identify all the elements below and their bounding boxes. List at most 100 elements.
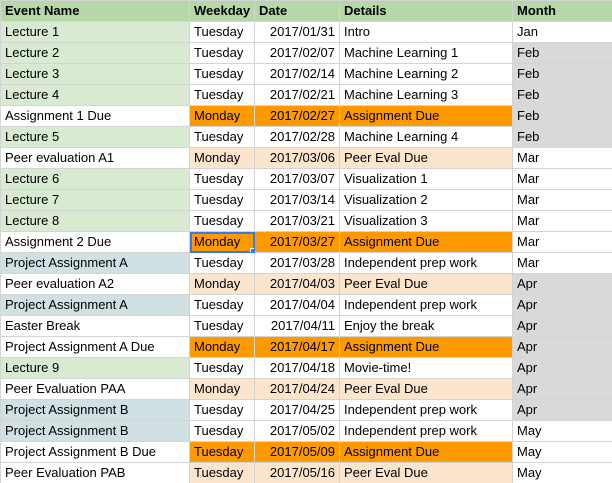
cell-date[interactable]: 2017/03/28 xyxy=(254,252,340,274)
cell-details[interactable]: Machine Learning 3 xyxy=(339,84,513,106)
cell-event-name[interactable]: Lecture 7 xyxy=(0,189,190,211)
cell-event-name[interactable]: Peer evaluation A2 xyxy=(0,273,190,295)
cell-month[interactable]: Mar xyxy=(512,252,612,274)
cell-event-name[interactable]: Lecture 3 xyxy=(0,63,190,85)
cell-details[interactable]: Independent prep work xyxy=(339,420,513,442)
cell-date[interactable]: 2017/03/06 xyxy=(254,147,340,169)
cell-month[interactable]: May xyxy=(512,420,612,442)
cell-weekday[interactable]: Tuesday xyxy=(189,399,255,421)
cell-event-name[interactable]: Project Assignment B Due xyxy=(0,441,190,463)
cell-details[interactable]: Assignment Due xyxy=(339,105,513,127)
cell-event-name[interactable]: Assignment 1 Due xyxy=(0,105,190,127)
cell-month[interactable]: Feb xyxy=(512,84,612,106)
cell-month[interactable]: Mar xyxy=(512,189,612,211)
cell-date[interactable]: 2017/02/28 xyxy=(254,126,340,148)
cell-weekday[interactable]: Monday xyxy=(189,378,255,400)
cell-details[interactable]: Assignment Due xyxy=(339,441,513,463)
cell-date[interactable]: 2017/04/04 xyxy=(254,294,340,316)
cell-weekday[interactable]: Tuesday xyxy=(189,42,255,64)
cell-month[interactable]: Apr xyxy=(512,357,612,379)
cell-month[interactable]: Jan xyxy=(512,21,612,43)
cell-event-name[interactable]: Lecture 1 xyxy=(0,21,190,43)
cell-details[interactable]: Peer Eval Due xyxy=(339,273,513,295)
cell-event-name[interactable]: Lecture 4 xyxy=(0,84,190,106)
cell-weekday[interactable]: Tuesday xyxy=(189,441,255,463)
cell-details[interactable]: Peer Eval Due xyxy=(339,378,513,400)
cell-date[interactable]: 2017/02/14 xyxy=(254,63,340,85)
cell-details[interactable]: Visualization 1 xyxy=(339,168,513,190)
cell-details[interactable]: Independent prep work xyxy=(339,294,513,316)
cell-date[interactable]: 2017/05/16 xyxy=(254,462,340,483)
cell-weekday[interactable]: Tuesday xyxy=(189,252,255,274)
cell-weekday[interactable]: Tuesday xyxy=(189,189,255,211)
cell-event-name[interactable]: Lecture 9 xyxy=(0,357,190,379)
cell-weekday[interactable]: Tuesday xyxy=(189,84,255,106)
cell-date[interactable]: 2017/04/11 xyxy=(254,315,340,337)
cell-date[interactable]: 2017/05/09 xyxy=(254,441,340,463)
cell-details[interactable]: Machine Learning 1 xyxy=(339,42,513,64)
cell-date[interactable]: 2017/04/17 xyxy=(254,336,340,358)
cell-event-name[interactable]: Peer Evaluation PAB xyxy=(0,462,190,483)
cell-month[interactable]: Mar xyxy=(512,168,612,190)
cell-weekday[interactable]: Tuesday xyxy=(189,462,255,483)
cell-event-name[interactable]: Lecture 5 xyxy=(0,126,190,148)
cell-details[interactable]: Machine Learning 4 xyxy=(339,126,513,148)
cell-date[interactable]: 2017/03/14 xyxy=(254,189,340,211)
cell-date[interactable]: 2017/05/02 xyxy=(254,420,340,442)
cell-details[interactable]: Enjoy the break xyxy=(339,315,513,337)
cell-details[interactable]: Independent prep work xyxy=(339,399,513,421)
cell-event-name[interactable]: Project Assignment B xyxy=(0,399,190,421)
cell-details[interactable]: Assignment Due xyxy=(339,231,513,253)
cell-month[interactable]: Feb xyxy=(512,42,612,64)
cell-month[interactable]: Apr xyxy=(512,378,612,400)
cell-event-name[interactable]: Lecture 8 xyxy=(0,210,190,232)
cell-date[interactable]: 2017/04/18 xyxy=(254,357,340,379)
cell-details[interactable]: Peer Eval Due xyxy=(339,147,513,169)
cell-month[interactable]: Feb xyxy=(512,63,612,85)
cell-date[interactable]: 2017/01/31 xyxy=(254,21,340,43)
cell-details[interactable]: Independent prep work xyxy=(339,252,513,274)
cell-event-name[interactable]: Project Assignment A xyxy=(0,294,190,316)
cell-event-name[interactable]: Easter Break xyxy=(0,315,190,337)
cell-month[interactable]: Apr xyxy=(512,273,612,295)
cell-event-name[interactable]: Peer evaluation A1 xyxy=(0,147,190,169)
cell-weekday[interactable]: Monday xyxy=(189,273,255,295)
cell-date[interactable]: 2017/02/21 xyxy=(254,84,340,106)
cell-event-name[interactable]: Project Assignment B xyxy=(0,420,190,442)
cell-event-name[interactable]: Project Assignment A xyxy=(0,252,190,274)
cell-date[interactable]: 2017/04/03 xyxy=(254,273,340,295)
cell-weekday[interactable]: Tuesday xyxy=(189,63,255,85)
cell-month[interactable]: Apr xyxy=(512,294,612,316)
cell-weekday[interactable]: Tuesday xyxy=(189,168,255,190)
cell-details[interactable]: Intro xyxy=(339,21,513,43)
cell-month[interactable]: Feb xyxy=(512,105,612,127)
cell-weekday[interactable]: Tuesday xyxy=(189,210,255,232)
cell-month[interactable]: Mar xyxy=(512,231,612,253)
cell-details[interactable]: Machine Learning 2 xyxy=(339,63,513,85)
cell-weekday[interactable]: Tuesday xyxy=(189,357,255,379)
header-weekday[interactable]: Weekday xyxy=(189,0,255,22)
cell-date[interactable]: 2017/02/07 xyxy=(254,42,340,64)
header-month[interactable]: Month xyxy=(512,0,612,22)
cell-weekday[interactable]: Monday xyxy=(189,231,255,253)
cell-weekday[interactable]: Tuesday xyxy=(189,21,255,43)
header-date[interactable]: Date xyxy=(254,0,340,22)
header-event-name[interactable]: Event Name xyxy=(0,0,190,22)
cell-month[interactable]: Feb xyxy=(512,126,612,148)
cell-details[interactable]: Visualization 3 xyxy=(339,210,513,232)
cell-event-name[interactable]: Lecture 6 xyxy=(0,168,190,190)
cell-date[interactable]: 2017/03/21 xyxy=(254,210,340,232)
cell-month[interactable]: Apr xyxy=(512,336,612,358)
cell-month[interactable]: May xyxy=(512,441,612,463)
cell-details[interactable]: Visualization 2 xyxy=(339,189,513,211)
cell-month[interactable]: Apr xyxy=(512,315,612,337)
cell-weekday[interactable]: Monday xyxy=(189,147,255,169)
header-details[interactable]: Details xyxy=(339,0,513,22)
cell-weekday[interactable]: Monday xyxy=(189,105,255,127)
cell-event-name[interactable]: Project Assignment A Due xyxy=(0,336,190,358)
cell-event-name[interactable]: Peer Evaluation PAA xyxy=(0,378,190,400)
cell-date[interactable]: 2017/04/25 xyxy=(254,399,340,421)
selection-fill-handle[interactable] xyxy=(250,248,254,252)
cell-weekday[interactable]: Tuesday xyxy=(189,294,255,316)
cell-details[interactable]: Movie-time! xyxy=(339,357,513,379)
